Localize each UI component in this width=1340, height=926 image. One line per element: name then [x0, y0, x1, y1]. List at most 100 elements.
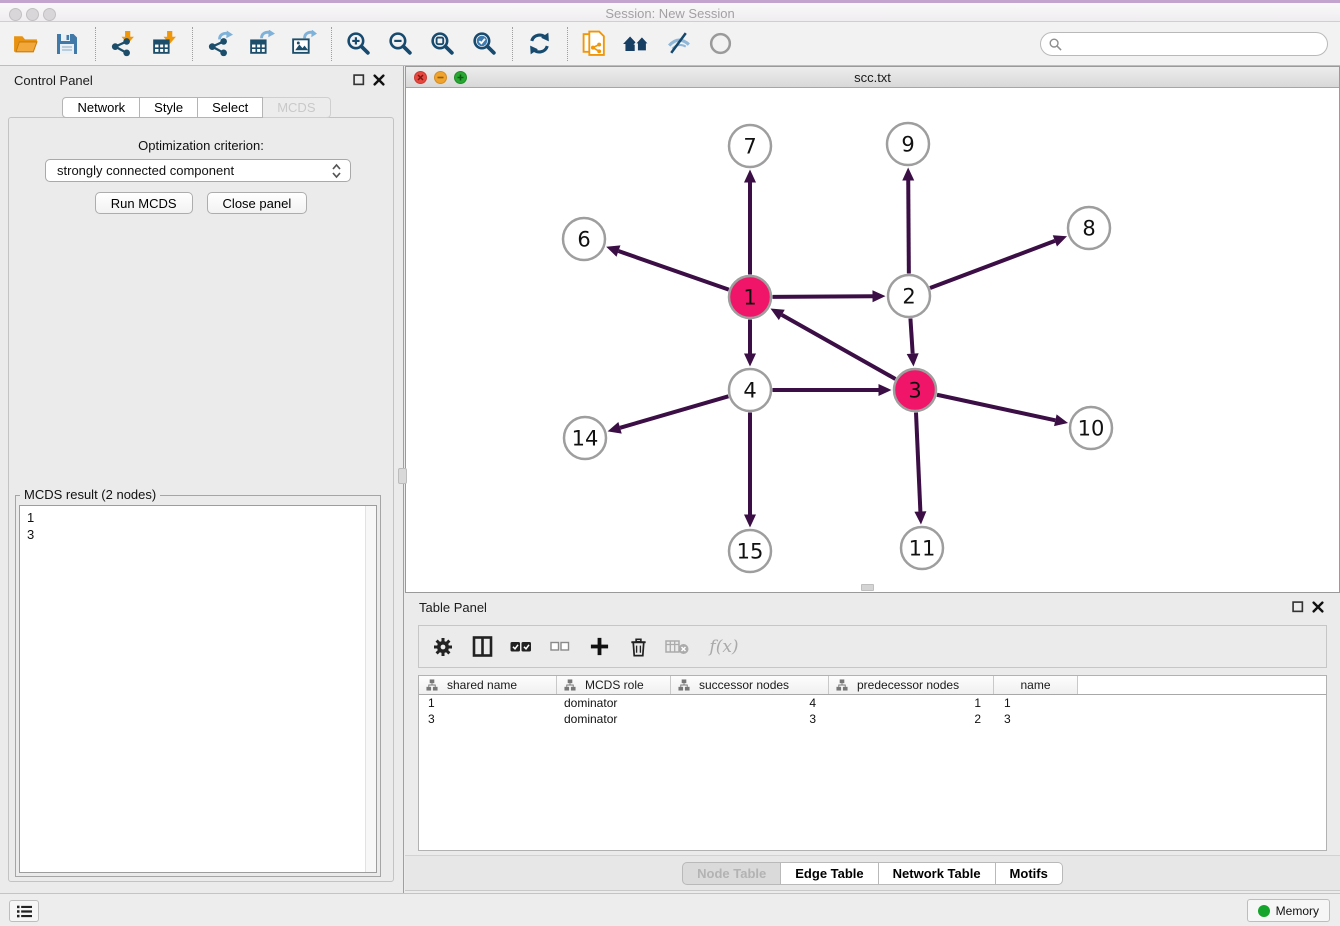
main-toolbar — [0, 22, 1340, 66]
zoom-out-button[interactable] — [383, 27, 417, 61]
select-all-columns-button[interactable] — [509, 635, 533, 659]
network-splitter-grip[interactable] — [861, 584, 874, 591]
import-network-button[interactable] — [105, 27, 139, 61]
control-panel-title: Control Panel — [14, 73, 93, 88]
column-header-successor-nodes[interactable]: successor nodes — [671, 676, 829, 694]
tab-network-table[interactable]: Network Table — [879, 862, 996, 885]
function-builder-button[interactable]: f(x) — [704, 635, 744, 659]
show-task-history-button[interactable] — [9, 900, 39, 922]
graph-node-label: 9 — [901, 133, 914, 157]
table-options-button[interactable] — [431, 635, 455, 659]
column-header-shared-name[interactable]: shared name — [419, 676, 557, 694]
zoom-fit-button[interactable] — [425, 27, 459, 61]
tab-edge-table[interactable]: Edge Table — [781, 862, 878, 885]
graph-edge-3-11[interactable] — [916, 412, 920, 511]
attribute-type-icon — [678, 679, 690, 691]
panel-splitter-grip[interactable] — [398, 468, 407, 484]
graph-edge-4-14[interactable] — [620, 396, 728, 428]
new-network-from-file-button[interactable] — [577, 27, 611, 61]
edge-arrowhead-icon — [744, 170, 756, 183]
attribute-type-icon — [426, 679, 438, 691]
import-table-button[interactable] — [147, 27, 181, 61]
eye-icon — [707, 30, 734, 57]
close-panel-icon[interactable] — [373, 74, 385, 86]
optimization-criterion-select[interactable]: strongly connected component — [45, 159, 351, 182]
column-header-predecessor-nodes[interactable]: predecessor nodes — [829, 676, 994, 694]
home-icon — [622, 30, 650, 58]
open-session-button[interactable] — [8, 27, 42, 61]
zoom-selected-button[interactable] — [467, 27, 501, 61]
graph-node-label: 15 — [737, 540, 764, 564]
export-network-button[interactable] — [202, 27, 236, 61]
table-panel-title: Table Panel — [419, 600, 487, 615]
edge-arrowhead-icon — [1053, 235, 1067, 246]
graph-edge-2-9[interactable] — [908, 180, 909, 273]
edge-arrowhead-icon — [606, 245, 620, 256]
mcds-result-list[interactable]: 1 3 — [19, 505, 377, 873]
memory-button[interactable]: Memory — [1247, 899, 1330, 922]
column-header-name[interactable]: name — [994, 676, 1078, 694]
attribute-type-icon — [564, 679, 576, 691]
eye-slash-icon — [665, 30, 692, 57]
edge-arrowhead-icon — [879, 384, 892, 396]
tab-mcds[interactable]: MCDS — [263, 97, 330, 118]
graph-edge-1-2[interactable] — [772, 296, 872, 297]
apply-layout-button[interactable] — [522, 27, 556, 61]
show-columns-button[interactable] — [470, 635, 494, 659]
checked-boxes-icon — [510, 639, 532, 654]
edge-arrowhead-icon — [872, 290, 885, 302]
zoom-in-button[interactable] — [341, 27, 375, 61]
zoom-in-icon — [345, 30, 372, 57]
save-session-button[interactable] — [50, 27, 84, 61]
header-filler — [1078, 676, 1326, 694]
graph-edge-2-3[interactable] — [910, 318, 912, 353]
refresh-icon — [526, 30, 553, 57]
window-title: Session: New Session — [0, 6, 1340, 21]
graph-node-label: 2 — [902, 285, 915, 309]
float-panel-icon[interactable] — [353, 74, 365, 86]
graph-edge-1-6[interactable] — [618, 251, 728, 290]
tab-node-table[interactable]: Node Table — [682, 862, 781, 885]
toolbar-separator — [192, 27, 193, 61]
add-column-button[interactable] — [587, 635, 611, 659]
column-header-mcds-role[interactable]: MCDS role — [557, 676, 671, 694]
float-panel-icon[interactable] — [1292, 601, 1304, 613]
export-image-button[interactable] — [286, 27, 320, 61]
export-table-icon — [248, 30, 275, 57]
delete-table-button[interactable] — [665, 635, 689, 659]
result-scrollbar[interactable] — [365, 506, 376, 872]
run-mcds-button[interactable]: Run MCDS — [95, 192, 193, 214]
table-row[interactable]: 3 dominator 3 2 3 — [419, 711, 1326, 727]
gear-icon — [432, 636, 454, 658]
graph-edge-3-1[interactable] — [782, 315, 896, 379]
export-table-button[interactable] — [244, 27, 278, 61]
graph-node-label: 14 — [572, 427, 599, 451]
table-panel-header: Table Panel — [405, 593, 1340, 619]
edge-arrowhead-icon — [1054, 414, 1068, 426]
home-button[interactable] — [619, 27, 653, 61]
table-row[interactable]: 1 dominator 4 1 1 — [419, 695, 1326, 711]
mcds-buttons-row: Run MCDS Close panel — [9, 192, 393, 214]
graph-node-label: 10 — [1078, 417, 1105, 441]
deselect-all-columns-button[interactable] — [548, 635, 572, 659]
hide-graphics-details-button[interactable] — [661, 27, 695, 61]
close-panel-icon[interactable] — [1312, 601, 1324, 613]
graph-edge-3-10[interactable] — [937, 395, 1055, 421]
import-network-icon — [109, 30, 136, 57]
edge-arrowhead-icon — [914, 511, 926, 524]
delete-column-button[interactable] — [626, 635, 650, 659]
mcds-result-fieldset: MCDS result (2 nodes) 1 3 — [15, 495, 381, 877]
toolbar-separator — [331, 27, 332, 61]
tab-network[interactable]: Network — [62, 97, 140, 118]
network-canvas[interactable]: 7968124314101511 — [406, 88, 1339, 592]
trash-icon — [628, 636, 649, 658]
network-window-titlebar: scc.txt — [406, 67, 1339, 88]
graph-edge-2-8[interactable] — [930, 241, 1055, 288]
show-graphics-details-button[interactable] — [703, 27, 737, 61]
search-input[interactable] — [1067, 37, 1319, 52]
close-panel-button[interactable]: Close panel — [207, 192, 308, 214]
tab-select[interactable]: Select — [198, 97, 263, 118]
tab-style[interactable]: Style — [140, 97, 198, 118]
new-network-file-icon — [581, 30, 608, 57]
tab-motifs[interactable]: Motifs — [996, 862, 1063, 885]
